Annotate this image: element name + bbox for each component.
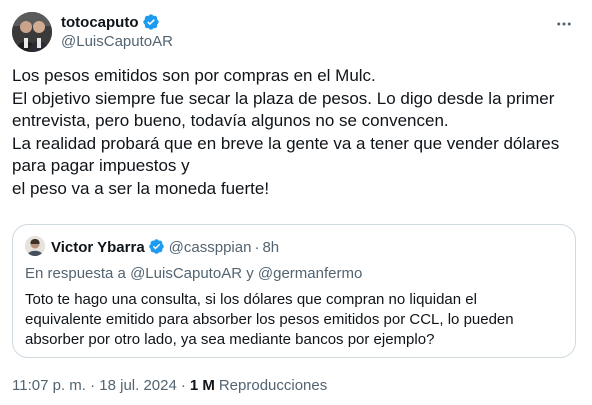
tweet-text-line: para pagar impuestos y xyxy=(12,156,190,176)
quote-display-name[interactable]: Victor Ybarra xyxy=(51,239,145,256)
tweet-text-line: La realidad probará que en breve la gent… xyxy=(12,133,560,153)
author-display-name[interactable]: totocaputo xyxy=(61,14,138,31)
reply-conjunction: y xyxy=(246,265,254,282)
quote-author-avatar[interactable] xyxy=(25,236,45,256)
reply-mention-link[interactable]: @germanfermo xyxy=(258,265,362,282)
quote-text-line: absorber por otro lado, ya sea mediante … xyxy=(25,331,435,348)
quote-text-line: Toto te hago una consulta, si los dólare… xyxy=(25,291,477,308)
tweet-timestamp[interactable]: 11:07 p. m. · 18 jul. 2024 xyxy=(12,377,177,394)
views-label: Reproducciones xyxy=(218,377,328,394)
more-options-icon[interactable] xyxy=(550,10,578,38)
tweet: totocaputo @LuisCaputoAR Los pesos emiti… xyxy=(0,0,592,405)
quote-handle[interactable]: @cassppian xyxy=(169,239,252,256)
author-name-row: totocaputo xyxy=(61,12,160,32)
quote-reply-context: En respuesta a @LuisCaputoAR y @germanfe… xyxy=(25,265,362,282)
tweet-text-line: el peso va a ser la moneda fuerte! xyxy=(12,178,270,198)
views-count: 1 M xyxy=(189,377,215,394)
quote-time[interactable]: 8h xyxy=(262,239,279,256)
author-avatar[interactable] xyxy=(12,12,52,52)
tweet-text: Los pesos emitidos son por compras en el… xyxy=(12,65,582,201)
quoted-tweet-card[interactable]: Victor Ybarra @cassppian · 8h En respues… xyxy=(12,224,576,358)
quote-separator: · xyxy=(254,238,260,256)
quote-text: Toto te hago una consulta, si los dólare… xyxy=(25,290,565,350)
reply-prefix: En respuesta a xyxy=(25,265,126,282)
quote-header: Victor Ybarra @cassppian · 8h xyxy=(51,237,279,257)
reply-mention-link[interactable]: @LuisCaputoAR xyxy=(130,265,242,282)
author-handle[interactable]: @LuisCaputoAR xyxy=(61,33,173,50)
tweet-text-line: entrevista, pero bueno, todavía algunos … xyxy=(12,111,449,131)
verified-badge-icon[interactable] xyxy=(148,238,166,256)
tweet-meta: 11:07 p. m. · 18 jul. 2024 · 1 M Reprodu… xyxy=(12,377,327,394)
tweet-text-line: Los pesos emitidos son por compras en el… xyxy=(12,66,376,85)
meta-separator: · xyxy=(180,377,186,394)
verified-badge-icon[interactable] xyxy=(142,13,160,31)
quote-text-line: equivalente emitido para absorber los pe… xyxy=(25,311,514,328)
tweet-text-line: El objetivo siempre fue secar la plaza d… xyxy=(12,88,555,108)
